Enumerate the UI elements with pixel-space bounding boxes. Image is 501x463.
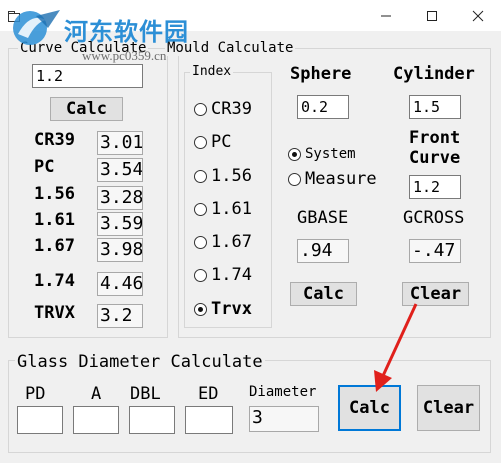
ed-input[interactable] [185,406,233,434]
diameter-label: Diameter [249,384,317,400]
radio-icon [194,268,207,282]
gbase-value: .94 [297,239,349,263]
curve-value-pc: 3.54 [97,158,143,182]
index-option-156[interactable]: 1.56 [194,166,252,186]
index-option-167[interactable]: 1.67 [194,232,252,252]
curve-value-174: 4.46 [97,272,143,296]
curve-label-156: 1.56 [34,184,75,204]
diameter-value: 3 [249,406,319,432]
radio-icon [194,102,207,116]
radio-icon [288,172,301,186]
sphere-label: Sphere [290,64,352,84]
pd-label: PD [25,384,46,404]
annotation-arrow-icon [374,303,418,392]
watermark-url: www.pc0359.cn [82,48,167,63]
radio-icon [194,235,207,249]
curve-label-161: 1.61 [34,210,75,230]
close-button[interactable] [455,0,501,31]
mould-calc-button[interactable]: Calc [290,282,357,306]
glass-diameter-title: Glass Diameter Calculate [15,352,265,372]
minimize-button[interactable] [363,0,409,31]
curve-value-trvx: 3.2 [97,304,143,328]
curve-label-pc: PC [34,157,55,177]
gcross-label: GCROSS [403,208,465,228]
curve-label-cr39: CR39 [34,130,75,150]
curve-value-167: 3.98 [97,238,143,262]
maximize-button[interactable] [409,0,455,31]
a-label: A [91,384,102,404]
maximize-icon [427,10,437,21]
curve-calculate-group [8,48,168,338]
curve-input[interactable]: 1.2 [32,64,143,88]
curve-value-156: 3.28 [97,186,143,210]
radio-icon [194,169,207,183]
index-option-pc[interactable]: PC [194,132,231,152]
index-title: Index [190,64,234,80]
close-icon [472,10,484,21]
curve-value-cr39: 3.01 [97,131,143,155]
mode-option-measure[interactable]: Measure [288,169,377,189]
curve-label-trvx: TRVX [34,303,75,323]
watermark-title: 河东软件园 [64,17,189,46]
index-option-174[interactable]: 1.74 [194,265,252,285]
index-option-trvx[interactable]: Trvx [194,299,252,319]
ed-label: ED [198,384,219,404]
curve-label-174: 1.74 [34,271,75,291]
minimize-icon [381,15,391,16]
index-option-cr39[interactable]: CR39 [194,99,252,119]
front-curve-label-line2: Curve [409,148,461,168]
pd-input[interactable] [17,406,63,434]
gbase-label: GBASE [297,208,349,228]
cylinder-input[interactable]: 1.5 [409,95,461,119]
index-option-161[interactable]: 1.61 [194,199,252,219]
gcross-value: -.47 [409,239,461,263]
mode-option-system[interactable]: System [288,146,356,162]
radio-selected-icon [288,147,301,161]
dbl-label: DBL [130,384,161,404]
a-input[interactable] [73,406,119,434]
front-curve-input[interactable]: 1.2 [409,175,461,199]
curve-value-161: 3.59 [97,212,143,236]
radio-selected-icon [194,302,207,316]
cylinder-label: Cylinder [393,64,475,84]
front-curve-label-line1: Front [409,128,461,148]
curve-label-167: 1.67 [34,236,75,256]
dbl-input[interactable] [129,406,175,434]
watermark-logo-icon [13,10,60,45]
radio-icon [194,202,207,216]
sphere-input[interactable]: 0.2 [297,95,349,119]
curve-calc-button[interactable]: Calc [50,97,123,121]
radio-icon [194,135,207,149]
